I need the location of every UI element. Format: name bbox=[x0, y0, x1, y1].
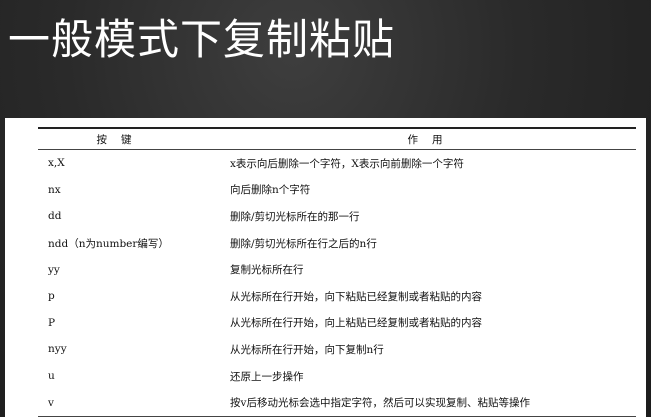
key-cell: dd bbox=[48, 210, 62, 223]
action-cell: 删除/剪切光标所在的那一行 bbox=[230, 210, 360, 223]
action-cell: 从光标所在行开始，向下粘贴已经复制或者粘贴的内容 bbox=[230, 290, 483, 303]
command-table: 按键 作用 x,X x表示向后删除一个字符，X表示向前删除一个字符 nx 向后删… bbox=[38, 127, 636, 417]
table-row: ndd（n为number编写） 删除/剪切光标所在行之后的n行 bbox=[38, 230, 636, 257]
table-row: u 还原上一步操作 bbox=[38, 363, 636, 390]
key-cell: p bbox=[48, 290, 55, 303]
action-cell: 向后删除n个字符 bbox=[230, 184, 311, 197]
action-cell: 还原上一步操作 bbox=[230, 370, 304, 383]
action-cell: 复制光标所在行 bbox=[230, 264, 304, 277]
key-cell: P bbox=[48, 316, 56, 329]
action-cell: x表示向后删除一个字符，X表示向前删除一个字符 bbox=[230, 157, 464, 170]
action-cell: 删除/剪切光标所在行之后的n行 bbox=[230, 237, 377, 250]
action-cell: 从光标所在行开始，向下复制n行 bbox=[230, 343, 384, 356]
slide-title: 一般模式下复制粘贴 bbox=[8, 15, 396, 64]
table-row: x,X x表示向后删除一个字符，X表示向前删除一个字符 bbox=[38, 150, 636, 177]
key-cell: x,X bbox=[48, 157, 65, 170]
table-row: p 从光标所在行开始，向下粘贴已经复制或者粘贴的内容 bbox=[38, 283, 636, 310]
table-row: P 从光标所在行开始，向上粘贴已经复制或者粘贴的内容 bbox=[38, 310, 636, 337]
action-cell: 按v后移动光标会选中指定字符，然后可以实现复制、粘贴等操作 bbox=[204, 389, 636, 417]
table-row: yy 复制光标所在行 bbox=[38, 256, 636, 283]
table-row: dd 删除/剪切光标所在的那一行 bbox=[38, 203, 636, 230]
key-cell: nx bbox=[48, 183, 61, 196]
header-action: 作用 bbox=[204, 127, 636, 150]
key-cell: v bbox=[38, 389, 205, 417]
key-cell: nyy bbox=[48, 343, 67, 356]
table-row: nx 向后删除n个字符 bbox=[38, 177, 636, 204]
table-row: nyy 从光标所在行开始，向下复制n行 bbox=[38, 336, 636, 363]
command-table-panel: 按键 作用 x,X x表示向后删除一个字符，X表示向前删除一个字符 nx 向后删… bbox=[5, 118, 646, 417]
key-cell: yy bbox=[48, 263, 60, 276]
header-key: 按键 bbox=[38, 127, 205, 150]
table-header-row: 按键 作用 bbox=[38, 127, 636, 150]
key-cell: u bbox=[48, 370, 55, 383]
action-cell: 从光标所在行开始，向上粘贴已经复制或者粘贴的内容 bbox=[230, 317, 483, 330]
table-row: v 按v后移动光标会选中指定字符，然后可以实现复制、粘贴等操作 bbox=[38, 389, 636, 417]
key-cell: ndd（n为number编写） bbox=[48, 237, 169, 250]
